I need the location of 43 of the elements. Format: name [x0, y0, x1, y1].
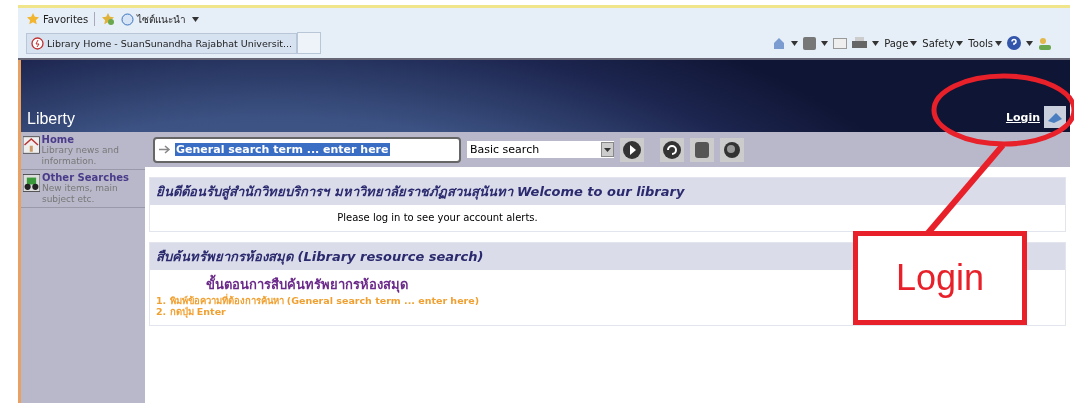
annotation-label: Login	[853, 231, 1027, 325]
sidebar-item-description: Library news and information.	[41, 145, 120, 167]
sidebar-item[interactable]: Other Searches New items, main subject etc.	[21, 170, 145, 208]
step-text: 1. พิมพ์ข้อความที่ต้องการค้นหา (General search term ... enter here)	[156, 295, 481, 306]
caret-icon[interactable]	[821, 40, 829, 46]
search-field[interactable]: General search term ... enter here	[153, 136, 461, 163]
step-text: 2. กดปุ่ม Enter	[156, 306, 227, 317]
star-icon	[26, 12, 40, 26]
sidebar-item-title: Home	[41, 134, 75, 145]
help-icon[interactable]	[1007, 36, 1021, 50]
caret-icon[interactable]	[956, 40, 964, 46]
undo-button[interactable]	[660, 137, 684, 162]
printer-icon[interactable]	[852, 36, 868, 50]
caret-icon[interactable]	[192, 16, 200, 22]
page-icon	[31, 36, 44, 50]
suggested-sites-button[interactable]: ไซต์แนะนำ	[121, 11, 200, 27]
site-logo: Liberty	[27, 110, 76, 128]
command-menu[interactable]: Page	[884, 37, 918, 49]
steps-title: ขั้นตอนการสืบค้นทรัพยากรห้องสมุด	[206, 274, 408, 295]
browser-icon	[121, 12, 135, 26]
caret-icon[interactable]	[1026, 40, 1033, 46]
go-button[interactable]	[620, 137, 644, 162]
favorites-button[interactable]: Favorites	[26, 12, 89, 26]
dropdown-button[interactable]	[601, 142, 614, 157]
caret-icon[interactable]	[872, 40, 880, 46]
login-icon[interactable]	[1044, 106, 1066, 128]
command-menu[interactable]: Tools	[968, 37, 1002, 49]
browser-tab[interactable]: Library Home - SuanSunandha Rajabhat Universit...	[26, 32, 298, 54]
caret-icon[interactable]	[910, 40, 918, 46]
arrow-icon	[159, 145, 171, 154]
sidebar-item-description: New items, main subject etc.	[41, 183, 119, 205]
sidebar-item-title: Other Searches	[41, 172, 130, 183]
search-type-dropdown[interactable]: Basic search	[467, 141, 614, 158]
command-menu[interactable]: Safety	[922, 37, 964, 49]
sidebar-item[interactable]: Home Library news and information.	[21, 132, 145, 170]
login-link[interactable]: Login	[1005, 110, 1040, 124]
tractor-icon	[23, 172, 40, 194]
search-button[interactable]	[720, 137, 744, 162]
caret-icon[interactable]	[995, 40, 1002, 46]
panel-heading: ยินดีต้อนรับสู่สำนักวิทยบริการฯ มหาวิทยาลัยราชภัฏสวนสุนันทา Welcome to our library	[150, 178, 1065, 205]
caret-icon[interactable]	[791, 40, 799, 46]
house-icon	[23, 134, 40, 156]
account-alert-text: Please log in to see your account alerts.	[336, 211, 539, 225]
